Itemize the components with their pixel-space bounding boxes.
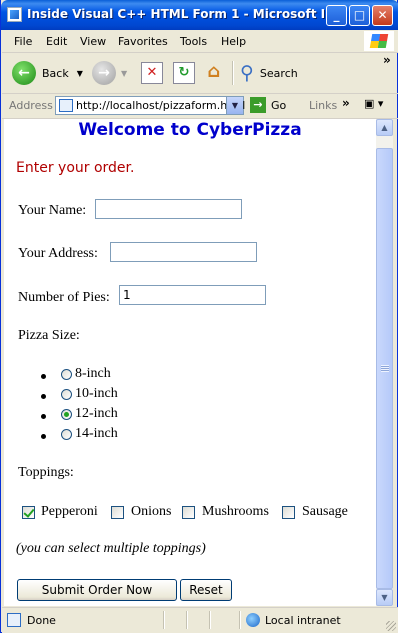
menu-tools[interactable]: Tools bbox=[180, 35, 207, 48]
address-label: Address bbox=[9, 99, 53, 112]
go-label: Go bbox=[271, 98, 287, 112]
page-content: Welcome to CyberPizza Enter your order. … bbox=[4, 119, 376, 606]
home-icon: ⌂ bbox=[207, 61, 221, 82]
minimize-button[interactable]: _ bbox=[326, 5, 347, 26]
size-label: Pizza Size: bbox=[18, 328, 80, 343]
pepperoni-label: Pepperoni bbox=[41, 504, 98, 519]
home-button[interactable]: ⌂ bbox=[203, 60, 225, 86]
ie-page-icon bbox=[7, 7, 22, 22]
address-field[interactable] bbox=[110, 242, 257, 262]
back-label: Back bbox=[42, 66, 69, 80]
refresh-icon: ↻ bbox=[173, 62, 195, 84]
menu-help[interactable]: Help bbox=[221, 35, 246, 48]
status-bar: Done Local intranet bbox=[2, 607, 398, 633]
bullet-icon bbox=[41, 394, 46, 399]
reset-button[interactable]: Reset bbox=[180, 579, 232, 601]
menu-file[interactable]: File bbox=[14, 35, 32, 48]
pepperoni-checkbox[interactable] bbox=[22, 506, 35, 519]
zone-text: Local intranet bbox=[265, 613, 341, 627]
size-radio-12[interactable] bbox=[61, 409, 72, 420]
forward-button[interactable]: → ▼ bbox=[92, 60, 127, 86]
status-divider bbox=[186, 611, 188, 629]
search-button[interactable]: ⚲ Search bbox=[240, 60, 298, 86]
name-field[interactable] bbox=[95, 199, 242, 219]
links-label[interactable]: Links bbox=[309, 99, 337, 112]
onions-checkbox[interactable] bbox=[111, 506, 124, 519]
toolbar-more-chevron[interactable]: » bbox=[383, 53, 391, 67]
scroll-down-arrow-icon[interactable]: ▼ bbox=[376, 589, 393, 606]
toppings-note: (you can select multiple toppings) bbox=[16, 541, 206, 556]
close-button[interactable]: ✕ bbox=[372, 5, 393, 26]
refresh-button[interactable]: ↻ bbox=[173, 60, 195, 86]
back-dropdown-icon[interactable]: ▼ bbox=[77, 69, 83, 78]
address-dropdown-icon[interactable]: ▼ bbox=[226, 97, 243, 114]
size-option-label: 14-inch bbox=[75, 426, 118, 441]
maximize-button[interactable]: □ bbox=[349, 5, 370, 26]
links-more-chevron[interactable]: » bbox=[342, 96, 350, 110]
status-text: Done bbox=[27, 613, 56, 627]
page-subtitle: Enter your order. bbox=[16, 160, 135, 176]
status-divider bbox=[163, 611, 165, 629]
ie-page-icon bbox=[59, 99, 73, 112]
page-title: Welcome to CyberPizza bbox=[78, 120, 302, 140]
menu-edit[interactable]: Edit bbox=[46, 35, 67, 48]
size-option-label: 8-inch bbox=[75, 366, 111, 381]
title-bar[interactable]: Inside Visual C++ HTML Form 1 - Microsof… bbox=[1, 0, 398, 30]
address-bar: Address http://localhost/pizzaform.html … bbox=[2, 94, 398, 119]
scrollbar-grip-icon bbox=[381, 365, 389, 372]
size-radio-14[interactable] bbox=[61, 429, 72, 440]
browser-window: Inside Visual C++ HTML Form 1 - Microsof… bbox=[0, 0, 398, 633]
vertical-scrollbar[interactable]: ▲ ▼ bbox=[376, 119, 393, 606]
windows-logo-icon bbox=[364, 31, 394, 51]
address-input[interactable]: http://localhost/pizzaform.html ▼ bbox=[55, 96, 245, 115]
stop-button[interactable]: ✕ bbox=[141, 60, 163, 86]
name-label: Your Name: bbox=[18, 203, 87, 218]
onions-label: Onions bbox=[131, 504, 172, 519]
mushrooms-checkbox[interactable] bbox=[182, 506, 195, 519]
back-button[interactable]: ← Back ▼ bbox=[12, 60, 83, 86]
ie-page-icon bbox=[7, 613, 21, 627]
toolbar-separator bbox=[232, 61, 234, 85]
resize-grip-icon[interactable] bbox=[386, 621, 396, 631]
size-radio-10[interactable] bbox=[61, 389, 72, 400]
toppings-label: Toppings: bbox=[18, 465, 74, 480]
size-option-label: 10-inch bbox=[75, 386, 118, 401]
back-arrow-icon: ← bbox=[12, 61, 36, 85]
mushrooms-label: Mushrooms bbox=[202, 504, 269, 519]
bullet-icon bbox=[41, 434, 46, 439]
address-url[interactable]: http://localhost/pizzaform.html bbox=[76, 99, 245, 112]
pies-label: Number of Pies: bbox=[18, 290, 110, 305]
toolbar-options-icon[interactable]: ▣ ▾ bbox=[364, 97, 383, 110]
scrollbar-thumb[interactable] bbox=[376, 148, 393, 589]
stop-icon: ✕ bbox=[141, 62, 163, 84]
status-zone: Local intranet bbox=[246, 613, 341, 627]
forward-arrow-icon: → bbox=[92, 61, 116, 85]
menu-bar: File Edit View Favorites Tools Help bbox=[2, 30, 398, 53]
search-icon: ⚲ bbox=[240, 62, 254, 84]
go-arrow-icon: → bbox=[250, 97, 266, 113]
submit-order-button[interactable]: Submit Order Now bbox=[17, 579, 177, 601]
size-radio-8[interactable] bbox=[61, 369, 72, 380]
size-option-label: 12-inch bbox=[75, 406, 118, 421]
standard-toolbar: ← Back ▼ → ▼ ✕ ↻ ⌂ ⚲ Search » bbox=[2, 53, 398, 94]
status-left: Done bbox=[7, 613, 56, 627]
status-divider bbox=[239, 611, 241, 629]
bullet-icon bbox=[41, 414, 46, 419]
sausage-label: Sausage bbox=[302, 504, 348, 519]
pies-field[interactable] bbox=[119, 285, 266, 305]
sausage-checkbox[interactable] bbox=[282, 506, 295, 519]
forward-dropdown-icon[interactable]: ▼ bbox=[121, 69, 127, 78]
window-title: Inside Visual C++ HTML Form 1 - Microsof… bbox=[27, 7, 348, 21]
menu-view[interactable]: View bbox=[80, 35, 106, 48]
bullet-icon bbox=[41, 374, 46, 379]
go-button[interactable]: → Go bbox=[250, 97, 286, 113]
status-divider bbox=[209, 611, 211, 629]
menu-favorites[interactable]: Favorites bbox=[118, 35, 168, 48]
globe-icon bbox=[246, 613, 260, 627]
search-label: Search bbox=[259, 66, 298, 80]
address-label: Your Address: bbox=[18, 246, 98, 261]
scroll-up-arrow-icon[interactable]: ▲ bbox=[376, 119, 393, 136]
